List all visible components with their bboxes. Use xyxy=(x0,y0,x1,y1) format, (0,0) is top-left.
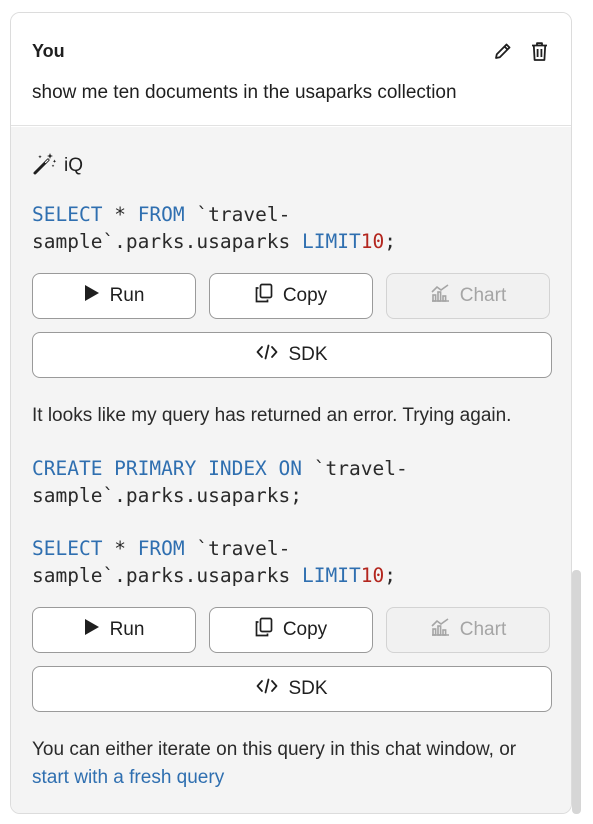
sql-query-block: SELECT * FROM `travel- sample`.parks.usa… xyxy=(32,201,550,255)
copy-button[interactable]: Copy xyxy=(209,273,373,319)
trash-icon[interactable] xyxy=(528,40,550,62)
sql-text: * xyxy=(102,203,138,226)
sql-text: `travel- xyxy=(184,203,291,226)
user-message-text: show me ten documents in the usaparks co… xyxy=(32,82,457,103)
assistant-footer-text: You can either iterate on this query in … xyxy=(32,736,550,792)
sql-text: sample`.parks.usaparks; xyxy=(32,484,303,507)
sql-keyword: SELECT xyxy=(32,537,103,560)
sql-text: `travel- xyxy=(302,457,408,480)
sql-number: 10 xyxy=(360,230,385,253)
footer-text: You can either iterate on this query in … xyxy=(32,739,517,760)
chart-button-label: Chart xyxy=(459,619,507,640)
sql-keyword: SELECT xyxy=(32,203,103,226)
chat-card: You show me ten documents in the usapark… xyxy=(10,12,572,814)
run-button-label: Run xyxy=(109,619,145,640)
sdk-button[interactable]: SDK xyxy=(32,666,552,712)
sdk-button-label: SDK xyxy=(288,678,328,699)
pencil-icon[interactable] xyxy=(492,40,514,62)
play-icon xyxy=(84,618,100,642)
assistant-error-text: It looks like my query has returned an e… xyxy=(32,405,512,426)
run-button[interactable]: Run xyxy=(32,607,196,653)
assistant-header: iQ xyxy=(32,151,550,182)
sdk-button[interactable]: SDK xyxy=(32,332,552,378)
sql-keyword: FROM xyxy=(137,203,185,226)
sql-keyword: LIMIT xyxy=(302,564,361,587)
sdk-button-label: SDK xyxy=(288,344,328,365)
sql-keyword: FROM xyxy=(137,537,185,560)
magic-wand-icon xyxy=(32,151,58,182)
run-button-label: Run xyxy=(109,285,145,306)
play-icon xyxy=(84,284,100,308)
copy-button-label: Copy xyxy=(282,285,328,306)
copy-icon xyxy=(255,617,273,643)
chart-button[interactable]: Chart xyxy=(386,273,550,319)
sql-text: sample`.parks.usaparks xyxy=(32,564,303,587)
sql-keyword: CREATE PRIMARY INDEX ON xyxy=(32,457,303,480)
sql-text: sample`.parks.usaparks xyxy=(32,230,303,253)
sql-text: ; xyxy=(384,230,396,253)
chart-button-label: Chart xyxy=(459,285,507,306)
chart-icon xyxy=(430,618,450,642)
copy-icon xyxy=(255,283,273,309)
copy-button-label: Copy xyxy=(282,619,328,640)
user-message-header: You xyxy=(32,41,550,61)
sql-query-block: SELECT * FROM `travel- sample`.parks.usa… xyxy=(32,535,550,589)
sql-text: * xyxy=(102,537,138,560)
copy-button[interactable]: Copy xyxy=(209,607,373,653)
assistant-name: iQ xyxy=(64,155,83,176)
sql-text: `travel- xyxy=(184,537,291,560)
chart-button[interactable]: Chart xyxy=(386,607,550,653)
scrollbar-thumb[interactable] xyxy=(572,570,581,814)
assistant-message: iQ SELECT * FROM `travel- sample`.parks.… xyxy=(11,127,571,813)
user-message: You show me ten documents in the usapark… xyxy=(11,13,571,126)
query-actions: Run Copy Chart xyxy=(32,273,550,319)
user-name: You xyxy=(32,40,65,61)
code-icon xyxy=(256,678,278,700)
sql-text: ; xyxy=(384,564,396,587)
run-button[interactable]: Run xyxy=(32,273,196,319)
code-icon xyxy=(256,344,278,366)
sql-number: 10 xyxy=(360,564,385,587)
sql-keyword: LIMIT xyxy=(302,230,361,253)
fresh-query-link[interactable]: start with a fresh query xyxy=(32,767,224,788)
message-actions xyxy=(492,40,550,62)
query-actions: Run Copy Chart xyxy=(32,607,550,653)
chart-icon xyxy=(430,284,450,308)
sql-query-block: CREATE PRIMARY INDEX ON `travel- sample`… xyxy=(32,455,550,509)
